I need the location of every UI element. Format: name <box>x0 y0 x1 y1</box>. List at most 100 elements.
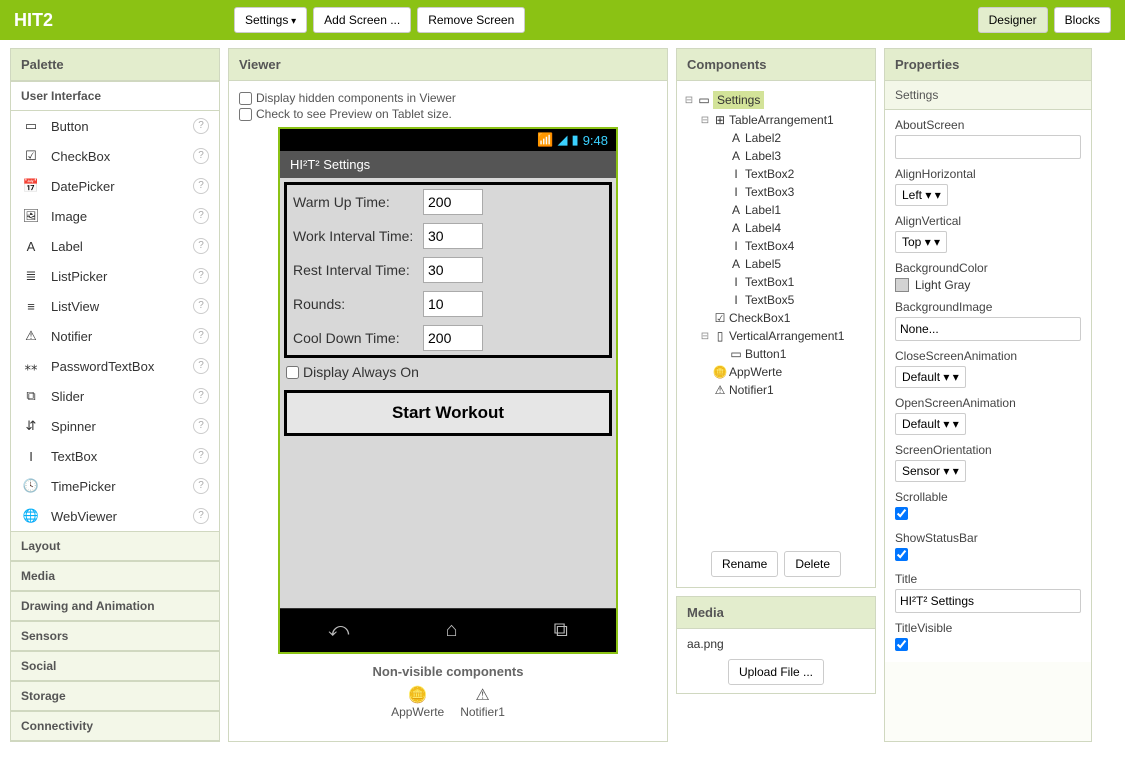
tree-node-label3[interactable]: ALabel3 <box>683 147 869 165</box>
help-icon[interactable]: ? <box>193 148 209 164</box>
tree-node-appwerte[interactable]: 🪙AppWerte <box>683 363 869 381</box>
component-type-icon: A <box>727 203 745 217</box>
add-screen-button[interactable]: Add Screen ... <box>313 7 411 33</box>
palette-cat-storage[interactable]: Storage <box>11 681 219 711</box>
tree-node-verticalarrangement1[interactable]: ⊟▯VerticalArrangement1 <box>683 327 869 345</box>
display-hidden-checkbox[interactable] <box>239 92 252 105</box>
preview-tablet-label: Check to see Preview on Tablet size. <box>256 107 452 121</box>
help-icon[interactable]: ? <box>193 178 209 194</box>
nv-item-notifier1[interactable]: ⚠Notifier1 <box>460 685 505 719</box>
listpicker-icon: ≣ <box>21 268 41 284</box>
tree-node-label1[interactable]: ALabel1 <box>683 201 869 219</box>
prop-bgimg-input[interactable] <box>895 317 1081 341</box>
palette-item-button[interactable]: ▭Button? <box>11 111 219 141</box>
prop-alignh-select[interactable]: Left ▾ <box>895 184 948 206</box>
designer-tab[interactable]: Designer <box>978 7 1048 33</box>
help-icon[interactable]: ? <box>193 328 209 344</box>
component-type-icon: A <box>727 131 745 145</box>
prop-statusbar-checkbox[interactable] <box>895 548 908 561</box>
remove-screen-button[interactable]: Remove Screen <box>417 7 525 33</box>
field-input[interactable] <box>423 291 483 317</box>
screen-dropdown[interactable]: Settings <box>234 7 307 33</box>
color-swatch-icon[interactable] <box>895 278 909 292</box>
display-always-on-checkbox[interactable] <box>286 366 299 379</box>
prop-closeanim-select[interactable]: Default ▾ <box>895 366 966 388</box>
component-type-icon: I <box>727 167 745 181</box>
tree-node-button1[interactable]: ▭Button1 <box>683 345 869 363</box>
start-workout-button[interactable]: Start Workout <box>287 393 609 433</box>
help-icon[interactable]: ? <box>193 418 209 434</box>
help-icon[interactable]: ? <box>193 358 209 374</box>
tree-node-textbox5[interactable]: ITextBox5 <box>683 291 869 309</box>
palette-item-webviewer[interactable]: 🌐WebViewer? <box>11 501 219 531</box>
tree-node-label5[interactable]: ALabel5 <box>683 255 869 273</box>
palette-item-checkbox[interactable]: ☑CheckBox? <box>11 141 219 171</box>
palette-item-slider[interactable]: ⧉Slider? <box>11 381 219 411</box>
palette-item-image[interactable]: 🖼Image? <box>11 201 219 231</box>
field-input[interactable] <box>423 189 483 215</box>
help-icon[interactable]: ? <box>193 448 209 464</box>
palette-item-spinner[interactable]: ⇵Spinner? <box>11 411 219 441</box>
tree-node-label2[interactable]: ALabel2 <box>683 129 869 147</box>
tree-node-settings[interactable]: ⊟▭Settings <box>683 89 869 111</box>
palette-cat-social[interactable]: Social <box>11 651 219 681</box>
prop-about-input[interactable] <box>895 135 1081 159</box>
tree-toggle-icon[interactable]: ⊟ <box>683 95 695 106</box>
prop-alignv-select[interactable]: Top ▾ <box>895 231 947 253</box>
help-icon[interactable]: ? <box>193 298 209 314</box>
help-icon[interactable]: ? <box>193 478 209 494</box>
palette-item-datepicker[interactable]: 📅DatePicker? <box>11 171 219 201</box>
palette-cat-user-interface[interactable]: User Interface <box>11 81 219 111</box>
help-icon[interactable]: ? <box>193 208 209 224</box>
tree-node-checkbox1[interactable]: ☑CheckBox1 <box>683 309 869 327</box>
help-icon[interactable]: ? <box>193 388 209 404</box>
prop-title-input[interactable] <box>895 589 1081 613</box>
palette-cat-connectivity[interactable]: Connectivity <box>11 711 219 741</box>
tree-node-textbox3[interactable]: ITextBox3 <box>683 183 869 201</box>
rename-button[interactable]: Rename <box>711 551 778 577</box>
palette-cat-sensors[interactable]: Sensors <box>11 621 219 651</box>
nav-back-icon[interactable]: ⤺ <box>328 619 349 642</box>
preview-tablet-checkbox[interactable] <box>239 108 252 121</box>
field-input[interactable] <box>423 223 483 249</box>
prop-openanim-select[interactable]: Default ▾ <box>895 413 966 435</box>
palette-cat-media[interactable]: Media <box>11 561 219 591</box>
nv-item-appwerte[interactable]: 🪙AppWerte <box>391 685 444 719</box>
prop-scroll-checkbox[interactable] <box>895 507 908 520</box>
field-input[interactable] <box>423 325 483 351</box>
tree-node-textbox2[interactable]: ITextBox2 <box>683 165 869 183</box>
palette-item-label[interactable]: ALabel? <box>11 231 219 261</box>
help-icon[interactable]: ? <box>193 238 209 254</box>
tree-node-tablearrangement1[interactable]: ⊟⊞TableArrangement1 <box>683 111 869 129</box>
field-label: Cool Down Time: <box>293 330 423 346</box>
nav-recent-icon[interactable]: ⧉ <box>554 619 568 642</box>
field-input[interactable] <box>423 257 483 283</box>
palette-item-timepicker[interactable]: 🕓TimePicker? <box>11 471 219 501</box>
prop-orient-select[interactable]: Sensor ▾ <box>895 460 966 482</box>
upload-file-button[interactable]: Upload File ... <box>728 659 824 685</box>
tree-node-textbox4[interactable]: ITextBox4 <box>683 237 869 255</box>
help-icon[interactable]: ? <box>193 508 209 524</box>
nav-home-icon[interactable]: ⌂ <box>446 619 458 642</box>
webviewer-icon: 🌐 <box>21 508 41 524</box>
palette-item-passwordtextbox[interactable]: ⁎⁎PasswordTextBox? <box>11 351 219 381</box>
tree-node-label4[interactable]: ALabel4 <box>683 219 869 237</box>
tree-node-textbox1[interactable]: ITextBox1 <box>683 273 869 291</box>
palette-cat-layout[interactable]: Layout <box>11 531 219 561</box>
tree-toggle-icon[interactable]: ⊟ <box>699 115 711 126</box>
prop-titlevis-checkbox[interactable] <box>895 638 908 651</box>
palette-item-listpicker[interactable]: ≣ListPicker? <box>11 261 219 291</box>
palette-item-listview[interactable]: ≡ListView? <box>11 291 219 321</box>
blocks-tab[interactable]: Blocks <box>1054 7 1111 33</box>
palette-item-notifier[interactable]: ⚠Notifier? <box>11 321 219 351</box>
help-icon[interactable]: ? <box>193 118 209 134</box>
component-type-icon: I <box>727 239 745 253</box>
palette-item-textbox[interactable]: ITextBox? <box>11 441 219 471</box>
media-file[interactable]: aa.png <box>687 637 865 651</box>
tree-toggle-icon[interactable]: ⊟ <box>699 331 711 342</box>
delete-button[interactable]: Delete <box>784 551 841 577</box>
help-icon[interactable]: ? <box>193 268 209 284</box>
phone-statusbar: 📶 ◢ ▮ 9:48 <box>280 129 616 151</box>
palette-cat-drawing[interactable]: Drawing and Animation <box>11 591 219 621</box>
tree-node-notifier1[interactable]: ⚠Notifier1 <box>683 381 869 399</box>
